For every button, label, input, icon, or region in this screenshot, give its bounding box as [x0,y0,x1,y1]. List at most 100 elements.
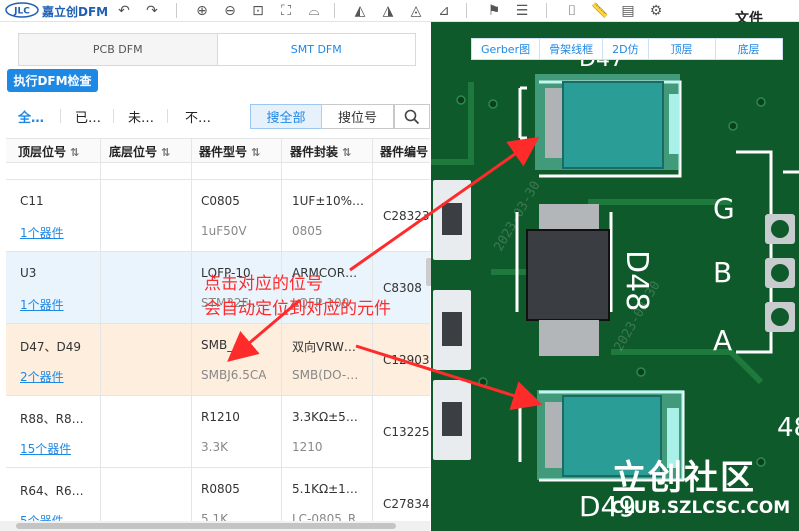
gba-connector [736,150,799,354]
svg-text:JLC: JLC [13,7,30,17]
d48-component [515,204,613,356]
row-package: 双向VRW… [292,340,356,354]
rotate-icon[interactable]: ⊿ [434,1,454,21]
zoom-area-icon[interactable]: ⊡ [248,1,268,21]
fit-view-icon[interactable]: ⛶ [276,1,296,21]
view-skeleton[interactable]: 骨架线框 [540,39,604,59]
table-row[interactable]: R88、R8… 15个器件 R1210 3.3K 3.3KΩ±5… 1210 C… [6,396,430,468]
row-model: R0805 [201,482,240,496]
flip-horizontal-icon[interactable]: ◭ [350,1,370,21]
row-package: 5.1KΩ±1… [292,482,358,496]
row-top-designator: U3 [20,266,37,280]
row-count-link[interactable]: 1个器件 [20,296,64,313]
row-model-value: 1uF50V [201,224,247,238]
ruler-icon[interactable]: 📏 [590,1,610,21]
view-top-layer[interactable]: 顶层 [649,39,716,59]
row-model-value: 3.3K [201,440,228,454]
toolbar-divider [176,3,177,18]
mirror-icon[interactable]: ◬ [406,1,426,21]
row-code: C13225 [383,425,430,439]
row-count-link[interactable]: 15个器件 [20,440,71,457]
align-icon[interactable]: ☰ [512,1,532,21]
tab-smt-dfm[interactable]: SMT DFM [216,34,415,65]
col-device-model[interactable]: 器件型号 ⇅ [199,143,260,160]
sort-icon: ⇅ [70,146,80,159]
annotation-line-1: 点击对应的位号 [204,274,323,294]
table-row-partial [6,163,430,180]
row-package: 1UF±10%… [292,194,365,208]
pdf-export-icon[interactable]: ▤ [618,1,638,21]
dfm-tabs: PCB DFM SMT DFM [18,33,416,66]
view-gerber[interactable]: Gerber图 [472,39,541,59]
silk-label-48: 48 [777,413,799,443]
toolbar-divider [466,3,467,18]
sort-icon: ⇅ [161,146,171,159]
row-top-designator: C11 [20,194,44,208]
view-2d-sim[interactable]: 2D仿 [603,39,649,59]
filter-divider [60,109,61,123]
col-device-package[interactable]: 器件封装 ⇅ [290,143,351,160]
filter-divider [113,109,114,123]
row-count-link[interactable]: 2个器件 [20,368,64,385]
col-bottom-designator[interactable]: 底层位号 ⇅ [109,143,170,160]
view-bottom-layer[interactable]: 底层 [716,39,782,59]
filter-bar: 全… 已… 未… 不… 搜全部 搜位号 [0,104,430,129]
column-divider [100,138,101,531]
app-title: 嘉立创DFM [42,5,109,19]
annotation-line-2: 会自动定位到对应的元件 [204,299,391,319]
row-code: C8308 [383,281,422,295]
filter-done[interactable]: 已… [75,107,101,126]
row-model: SMB_4… [201,338,253,352]
col-top-designator[interactable]: 顶层位号 ⇅ [18,143,79,160]
text-select-icon[interactable]: ⌷ [562,1,582,21]
club-brand-watermark: 立创社区 [612,458,756,498]
row-package: 3.3KΩ±5… [292,410,358,424]
table-row[interactable]: D47、D49 2个器件 SMB_4… SMBJ6.5CA 双向VRW… SMB… [6,324,430,396]
row-count-link[interactable]: 1个器件 [20,224,64,241]
search-button[interactable] [394,104,430,129]
row-top-designator: R64、R6… [20,484,84,498]
d47-component [518,74,682,178]
filter-none[interactable]: 不… [185,107,211,126]
horizontal-scrollbar[interactable] [0,521,430,531]
club-url-watermark: CLUB.SZLCSC.COM [611,498,791,518]
search-designator-toggle[interactable]: 搜位号 [321,104,394,129]
measure-icon[interactable]: ⌓ [304,1,324,21]
row-code: C27834 [383,497,430,511]
sort-icon: ⇅ [342,146,352,159]
redo-icon[interactable]: ↷ [142,1,162,21]
flag-icon[interactable]: ⚑ [484,1,504,21]
filter-divider [167,109,168,123]
undo-icon[interactable]: ↶ [114,1,134,21]
search-icon [404,109,420,124]
tab-pcb-dfm[interactable]: PCB DFM [19,34,217,65]
row-top-designator: R88、R8… [20,412,84,426]
run-dfm-check-button[interactable]: 执行DFM检查 [7,69,98,92]
flip-vertical-icon[interactable]: ◮ [378,1,398,21]
column-divider [191,138,192,531]
zoom-out-icon[interactable]: ⊖ [220,1,240,21]
row-package-value: 1210 [292,440,323,454]
toolbar-divider [546,3,547,18]
row-package-value: SMB(DO-… [292,368,359,382]
table-row[interactable]: C11 1个器件 C0805 1uF50V 1UF±10%… 0805 C283… [6,180,430,252]
scrollbar-thumb[interactable] [16,523,396,529]
filter-not[interactable]: 未… [128,107,154,126]
components-table: 顶层位号 ⇅ 底层位号 ⇅ 器件型号 ⇅ 器件封装 ⇅ 器件编号 C11 1个器件 C0… [6,138,430,531]
toolbar-divider [334,3,335,18]
jlc-logo: JLC [5,2,39,18]
column-divider [372,138,373,531]
row-package-value: 0805 [292,224,323,238]
left-resistor-strip [433,180,471,460]
top-toolbar: JLC 嘉立创DFM ↶ ↷ ⊕ ⊖ ⊡ ⛶ ⌓ ◭ ◮ ◬ ⊿ ⚑ ☰ ⌷ 📏… [0,0,799,27]
settings-gear-icon[interactable]: ⚙ [646,1,666,21]
sort-icon: ⇅ [251,146,261,159]
search-all-toggle[interactable]: 搜全部 [250,104,322,129]
silk-label-g: G [713,192,735,225]
row-model: R1210 [201,410,240,424]
filter-all[interactable]: 全… [18,107,44,126]
table-header: 顶层位号 ⇅ 底层位号 ⇅ 器件型号 ⇅ 器件封装 ⇅ 器件编号 [6,138,430,163]
col-device-code[interactable]: 器件编号 [380,143,428,160]
zoom-in-icon[interactable]: ⊕ [192,1,212,21]
silk-label-a: A [713,324,732,357]
